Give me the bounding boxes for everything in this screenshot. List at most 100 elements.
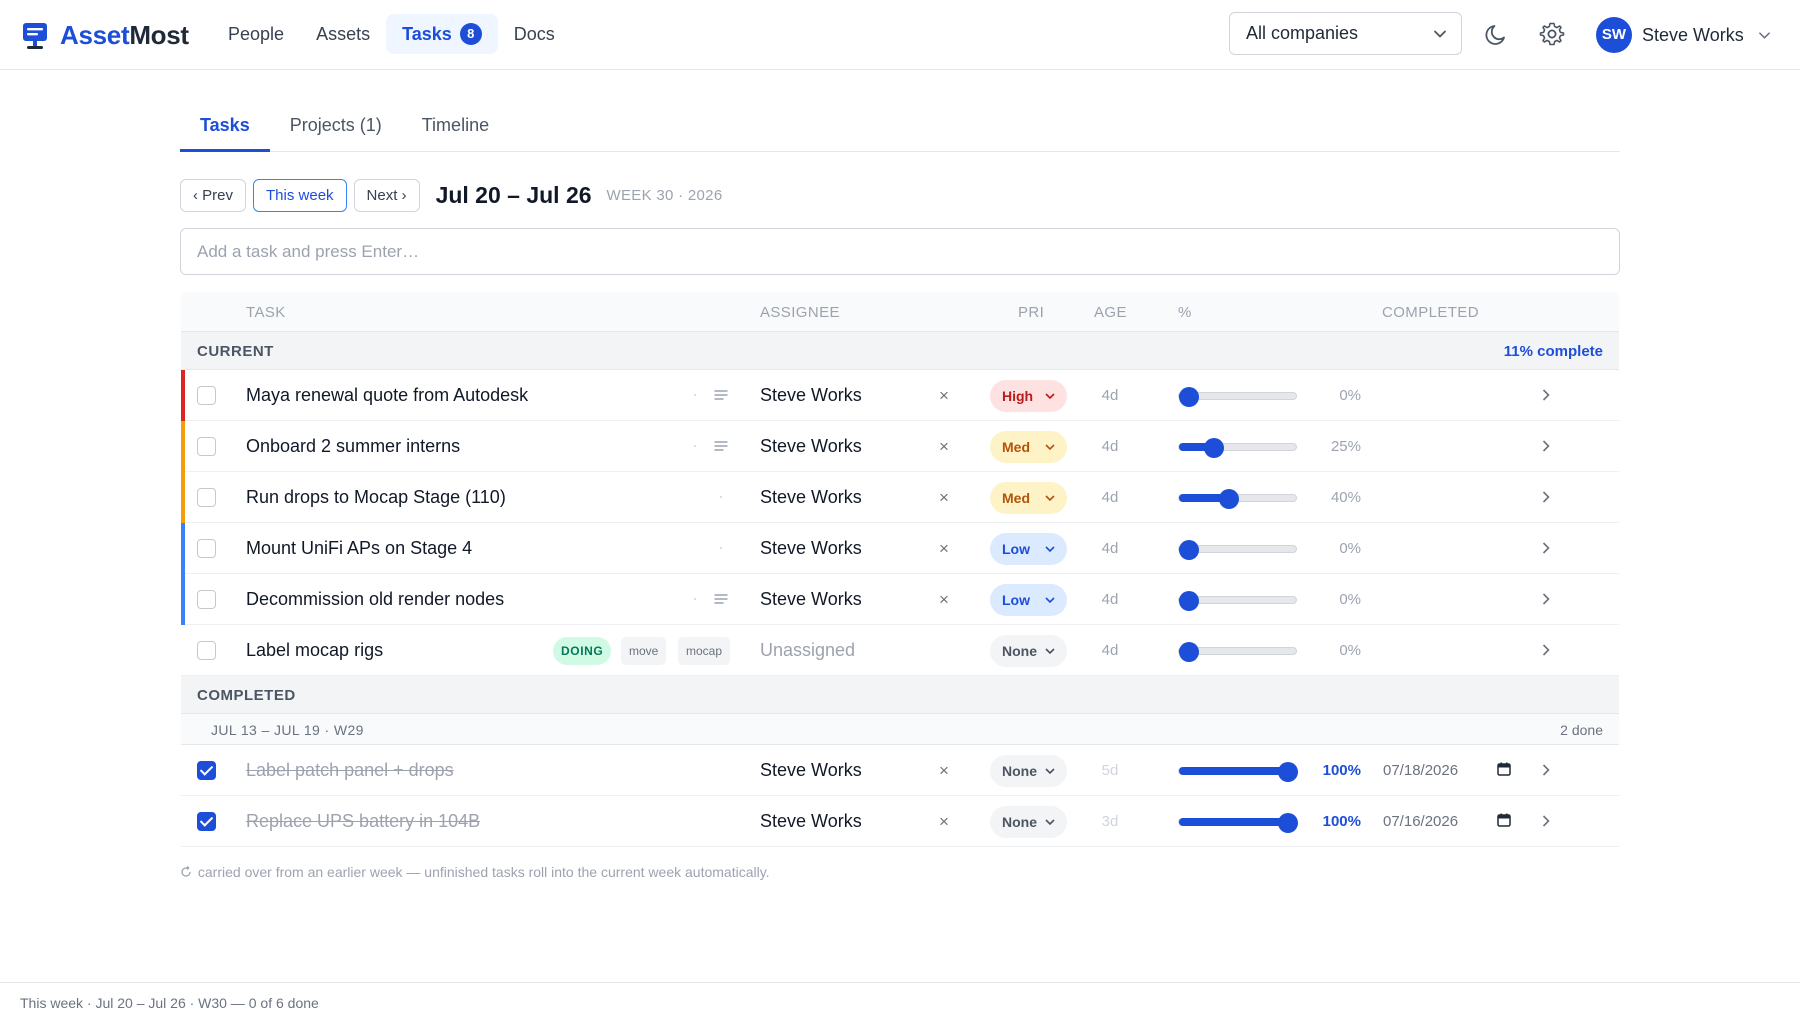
progress-knob[interactable] [1218, 489, 1239, 509]
progress-slider[interactable] [1178, 387, 1297, 407]
table-row[interactable]: Mount UniFi APs on Stage 4 Steve Works ×… [181, 523, 1619, 574]
progress-slider[interactable] [1178, 813, 1298, 833]
status-badge[interactable]: DOING [553, 637, 612, 665]
clear-assignee-icon[interactable]: × [939, 437, 949, 457]
moon-icon[interactable] [1484, 21, 1510, 47]
task-age: 4d [1101, 642, 1119, 659]
priority-select[interactable]: None [990, 806, 1067, 838]
task-title[interactable]: Label patch panel + drops [246, 760, 454, 781]
table-row[interactable]: Maya renewal quote from Autodesk Steve W… [181, 370, 1619, 421]
assignee-name[interactable]: Unassigned [760, 640, 855, 661]
chevron-right-icon[interactable] [1541, 763, 1551, 777]
top-bar: AssetMost People Assets Tasks 8 Docs All… [0, 0, 1800, 70]
nav-people[interactable]: People [212, 14, 300, 54]
nav-tasks[interactable]: Tasks 8 [386, 14, 498, 54]
chevron-right-icon[interactable] [1541, 439, 1551, 453]
chevron-right-icon[interactable] [1541, 814, 1551, 828]
assignee-name[interactable]: Steve Works [760, 811, 862, 832]
progress-knob[interactable] [1179, 540, 1199, 560]
tab-tasks[interactable]: Tasks [180, 108, 270, 152]
tag-chip[interactable]: move [621, 637, 667, 665]
clear-assignee-icon[interactable]: × [939, 386, 949, 406]
notes-icon [714, 441, 728, 451]
clear-assignee-icon[interactable]: × [939, 812, 949, 832]
this-week-button[interactable]: This week [253, 179, 347, 212]
calendar-icon[interactable] [1497, 813, 1511, 827]
clear-assignee-icon[interactable]: × [939, 761, 949, 781]
tab-projects[interactable]: Projects (1) [270, 108, 402, 152]
user-menu[interactable]: SW Steve Works [1596, 17, 1771, 53]
assignee-name[interactable]: Steve Works [760, 589, 862, 610]
priority-select[interactable]: Med [990, 431, 1067, 463]
nav-docs[interactable]: Docs [498, 14, 571, 54]
task-title[interactable]: Label mocap rigs [246, 640, 383, 661]
tag-chip[interactable]: mocap [678, 637, 731, 665]
task-checkbox[interactable] [197, 488, 216, 507]
completed-date-input[interactable]: 07/18/2026 [1383, 762, 1458, 779]
task-checkbox[interactable] [197, 590, 216, 609]
progress-knob[interactable] [1278, 813, 1298, 833]
progress-knob[interactable] [1179, 387, 1199, 407]
task-title[interactable]: Decommission old render nodes [246, 589, 504, 610]
progress-slider[interactable] [1178, 540, 1297, 560]
clear-assignee-icon[interactable]: × [939, 488, 949, 508]
table-row[interactable]: Decommission old render nodes Steve Work… [181, 574, 1619, 625]
table-row[interactable]: Label patch panel + drops Steve Works × … [181, 745, 1619, 796]
task-age: 3d [1101, 813, 1119, 830]
progress-knob[interactable] [1179, 591, 1199, 611]
completed-date-input[interactable]: 07/16/2026 [1383, 813, 1458, 830]
add-task-input[interactable] [180, 228, 1620, 275]
task-title[interactable]: Replace UPS battery in 104B [246, 811, 480, 832]
table-row[interactable]: Label mocap rigs DOING move mocap Unassi… [181, 625, 1619, 676]
company-filter-select[interactable]: All companies [1229, 12, 1462, 55]
task-title[interactable]: Run drops to Mocap Stage (110) [246, 487, 506, 508]
priority-select[interactable]: Med [990, 482, 1067, 514]
chevron-right-icon[interactable] [1541, 541, 1551, 555]
task-checkbox[interactable] [197, 437, 216, 456]
task-checkbox[interactable] [197, 812, 216, 831]
progress-knob[interactable] [1203, 438, 1224, 458]
progress-slider[interactable] [1178, 642, 1297, 662]
task-checkbox[interactable] [197, 539, 216, 558]
calendar-icon[interactable] [1497, 762, 1511, 776]
clear-assignee-icon[interactable]: × [939, 590, 949, 610]
tab-timeline[interactable]: Timeline [402, 108, 509, 152]
task-checkbox[interactable] [197, 641, 216, 660]
assignee-name[interactable]: Steve Works [760, 760, 862, 781]
table-row[interactable]: Replace UPS battery in 104B Steve Works … [181, 796, 1619, 847]
progress-knob[interactable] [1278, 762, 1298, 782]
week-range: Jul 20 – Jul 26 [435, 182, 592, 208]
chevron-right-icon[interactable] [1541, 490, 1551, 504]
assignee-name[interactable]: Steve Works [760, 487, 862, 508]
next-week-button[interactable]: Next › [353, 179, 420, 212]
progress-slider[interactable] [1178, 762, 1298, 782]
chevron-right-icon[interactable] [1541, 643, 1551, 657]
prev-week-button[interactable]: ‹ Prev [180, 179, 247, 212]
chevron-right-icon[interactable] [1541, 388, 1551, 402]
task-title[interactable]: Maya renewal quote from Autodesk [246, 385, 528, 406]
gear-icon[interactable] [1539, 21, 1565, 47]
table-row[interactable]: Run drops to Mocap Stage (110) Steve Wor… [181, 472, 1619, 523]
priority-select[interactable]: High [990, 380, 1067, 412]
nav-assets[interactable]: Assets [300, 14, 386, 54]
assignee-name[interactable]: Steve Works [760, 538, 862, 559]
progress-slider[interactable] [1178, 489, 1297, 509]
assignee-name[interactable]: Steve Works [760, 385, 862, 406]
chevron-right-icon[interactable] [1541, 592, 1551, 606]
task-title[interactable]: Mount UniFi APs on Stage 4 [246, 538, 472, 559]
task-checkbox[interactable] [197, 761, 216, 780]
clear-assignee-icon[interactable]: × [939, 539, 949, 559]
table-row[interactable]: Onboard 2 summer interns Steve Works × M… [181, 421, 1619, 472]
priority-select[interactable]: Low [990, 533, 1067, 565]
priority-select[interactable]: None [990, 755, 1067, 787]
priority-select[interactable]: Low [990, 584, 1067, 616]
logo[interactable]: AssetMost [22, 20, 189, 51]
completed-week-count: 2 done [1560, 722, 1603, 738]
progress-knob[interactable] [1179, 642, 1199, 662]
assignee-name[interactable]: Steve Works [760, 436, 862, 457]
task-checkbox[interactable] [197, 386, 216, 405]
progress-slider[interactable] [1178, 591, 1297, 611]
priority-select[interactable]: None [990, 635, 1067, 667]
progress-slider[interactable] [1178, 438, 1297, 458]
task-title[interactable]: Onboard 2 summer interns [246, 436, 460, 457]
